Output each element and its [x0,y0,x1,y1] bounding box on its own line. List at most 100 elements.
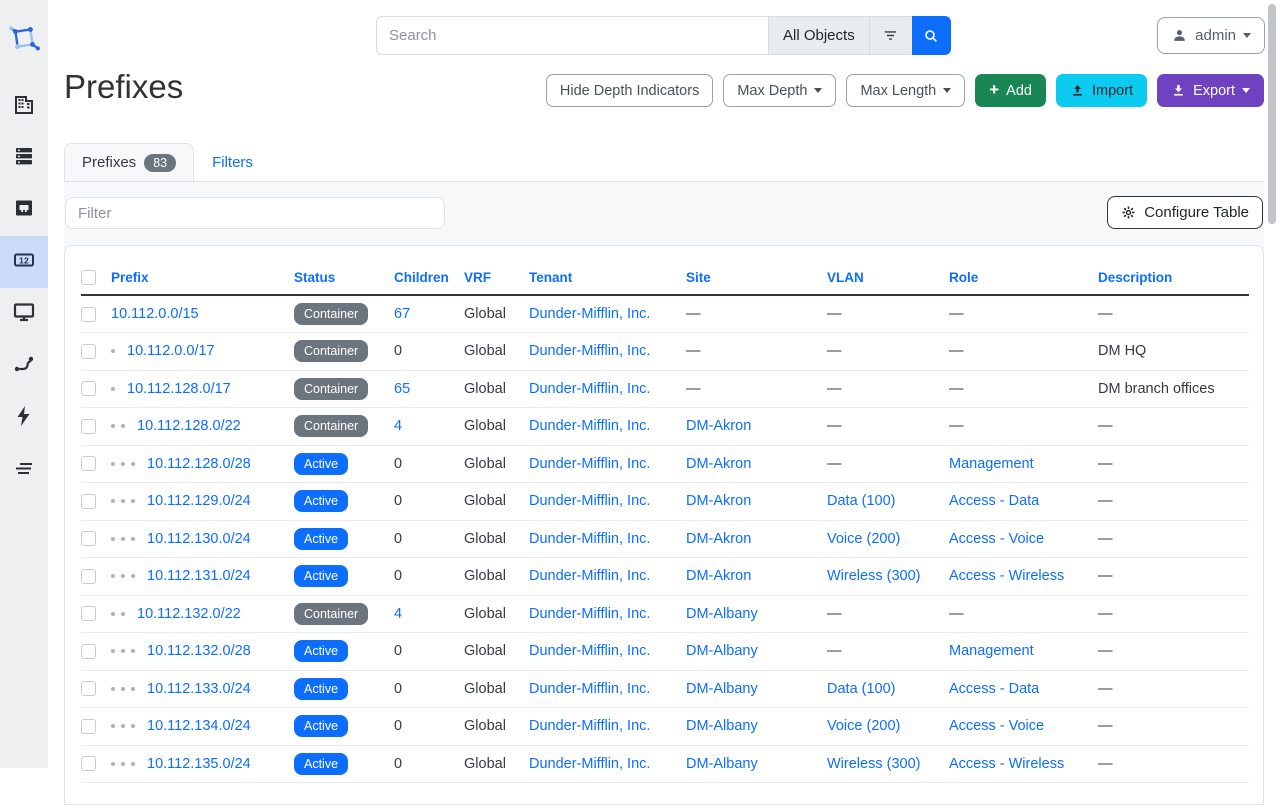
prefix-link[interactable]: 10.112.129.0/24 [147,493,251,509]
sort-link-children[interactable]: Children [394,270,449,285]
configure-table-button[interactable]: Configure Table [1107,196,1263,229]
row-checkbox[interactable] [81,419,96,434]
user-menu-button[interactable]: admin [1157,17,1265,54]
row-checkbox[interactable] [81,719,96,734]
prefix-link[interactable]: 10.112.0.0/17 [127,343,215,359]
children-link[interactable]: 4 [394,418,402,434]
role-link[interactable]: Management [949,456,1034,472]
row-checkbox[interactable] [81,606,96,621]
row-checkbox[interactable] [81,569,96,584]
site-link[interactable]: DM-Albany [686,643,758,659]
vlan-link[interactable]: Voice (200) [827,718,900,734]
site-link[interactable]: DM-Akron [686,456,751,472]
tenant-link[interactable]: Dunder-Mifflin, Inc. [529,381,650,397]
export-dropdown-button[interactable]: Export [1157,74,1264,107]
tenant-link[interactable]: Dunder-Mifflin, Inc. [529,343,650,359]
prefix-link[interactable]: 10.112.130.0/24 [147,531,251,547]
children-link[interactable]: 65 [394,381,410,397]
hide-depth-indicators-button[interactable]: Hide Depth Indicators [546,74,713,107]
tenant-link[interactable]: Dunder-Mifflin, Inc. [529,531,650,547]
tenant-link[interactable]: Dunder-Mifflin, Inc. [529,718,650,734]
select-all-checkbox[interactable] [81,270,96,285]
row-checkbox[interactable] [81,681,96,696]
import-button[interactable]: Import [1056,74,1147,107]
prefix-link[interactable]: 10.112.134.0/24 [147,718,251,734]
vlan-link[interactable]: Wireless (300) [827,568,920,584]
sidebar-item-transit-connection[interactable] [0,340,48,392]
tenant-link[interactable]: Dunder-Mifflin, Inc. [529,418,650,434]
sidebar-item-lines[interactable] [0,444,48,496]
prefix-link[interactable]: 10.112.132.0/28 [147,643,251,659]
row-checkbox[interactable] [81,756,96,771]
sidebar-item-ethernet-port[interactable] [0,184,48,236]
prefix-link[interactable]: 10.112.133.0/24 [147,681,251,697]
role-link[interactable]: Access - Data [949,493,1039,509]
quick-filter-input[interactable] [65,197,445,229]
sort-link-tenant[interactable]: Tenant [529,270,572,285]
tab-prefixes[interactable]: Prefixes 83 [64,143,194,181]
role-link[interactable]: Access - Wireless [949,568,1064,584]
search-scope-dropdown[interactable]: All Objects [768,16,869,55]
row-checkbox[interactable] [81,531,96,546]
max-depth-dropdown[interactable]: Max Depth [723,74,836,107]
row-checkbox[interactable] [81,344,96,359]
search-submit-button[interactable] [912,16,951,55]
sort-link-vlan[interactable]: VLAN [827,270,864,285]
vlan-link[interactable]: Wireless (300) [827,756,920,772]
tenant-link[interactable]: Dunder-Mifflin, Inc. [529,456,650,472]
role-link[interactable]: Access - Voice [949,718,1044,734]
row-checkbox[interactable] [81,307,96,322]
sidebar-item-server-rack[interactable] [0,132,48,184]
role-link[interactable]: Management [949,643,1034,659]
prefix-link[interactable]: 10.112.0.0/15 [111,306,199,322]
sidebar-item-monitor[interactable] [0,288,48,340]
site-link[interactable]: DM-Albany [686,606,758,622]
role-link[interactable]: Access - Wireless [949,756,1064,772]
prefix-link[interactable]: 10.112.135.0/24 [147,756,251,772]
children-link[interactable]: 4 [394,606,402,622]
site-link[interactable]: DM-Albany [686,681,758,697]
add-button[interactable]: + Add [975,74,1046,107]
netbox-logo-icon[interactable] [4,16,44,60]
row-checkbox[interactable] [81,456,96,471]
site-link[interactable]: DM-Albany [686,718,758,734]
sort-link-prefix[interactable]: Prefix [111,270,149,285]
prefix-link[interactable]: 10.112.131.0/24 [147,568,251,584]
sort-link-site[interactable]: Site [686,270,711,285]
sidebar-item-ipam-counter[interactable]: 12 [0,236,48,288]
tenant-link[interactable]: Dunder-Mifflin, Inc. [529,493,650,509]
site-link[interactable]: DM-Akron [686,531,751,547]
tenant-link[interactable]: Dunder-Mifflin, Inc. [529,568,650,584]
tenant-link[interactable]: Dunder-Mifflin, Inc. [529,643,650,659]
children-link[interactable]: 67 [394,306,410,322]
tab-filters[interactable]: Filters [194,143,271,181]
tenant-link[interactable]: Dunder-Mifflin, Inc. [529,606,650,622]
sort-link-vrf[interactable]: VRF [464,270,491,285]
vertical-scrollbar[interactable] [1268,4,1276,224]
row-checkbox[interactable] [81,644,96,659]
row-checkbox[interactable] [81,494,96,509]
sort-link-description[interactable]: Description [1098,270,1172,285]
site-link[interactable]: DM-Albany [686,756,758,772]
vlan-link[interactable]: Data (100) [827,681,896,697]
role-link[interactable]: Access - Voice [949,531,1044,547]
vlan-link[interactable]: Data (100) [827,493,896,509]
prefix-link[interactable]: 10.112.132.0/22 [137,606,241,622]
sidebar-item-building[interactable] [0,80,48,132]
site-link[interactable]: DM-Akron [686,493,751,509]
prefix-link[interactable]: 10.112.128.0/17 [127,381,231,397]
tenant-link[interactable]: Dunder-Mifflin, Inc. [529,756,650,772]
search-input[interactable] [376,16,768,55]
sidebar-item-lightning-bolt[interactable] [0,392,48,444]
search-filter-button[interactable] [869,16,912,55]
prefix-link[interactable]: 10.112.128.0/28 [147,456,251,472]
tenant-link[interactable]: Dunder-Mifflin, Inc. [529,681,650,697]
site-link[interactable]: DM-Akron [686,568,751,584]
sort-link-status[interactable]: Status [294,270,335,285]
tenant-link[interactable]: Dunder-Mifflin, Inc. [529,306,650,322]
row-checkbox[interactable] [81,381,96,396]
prefix-link[interactable]: 10.112.128.0/22 [137,418,241,434]
vlan-link[interactable]: Voice (200) [827,531,900,547]
site-link[interactable]: DM-Akron [686,418,751,434]
role-link[interactable]: Access - Data [949,681,1039,697]
